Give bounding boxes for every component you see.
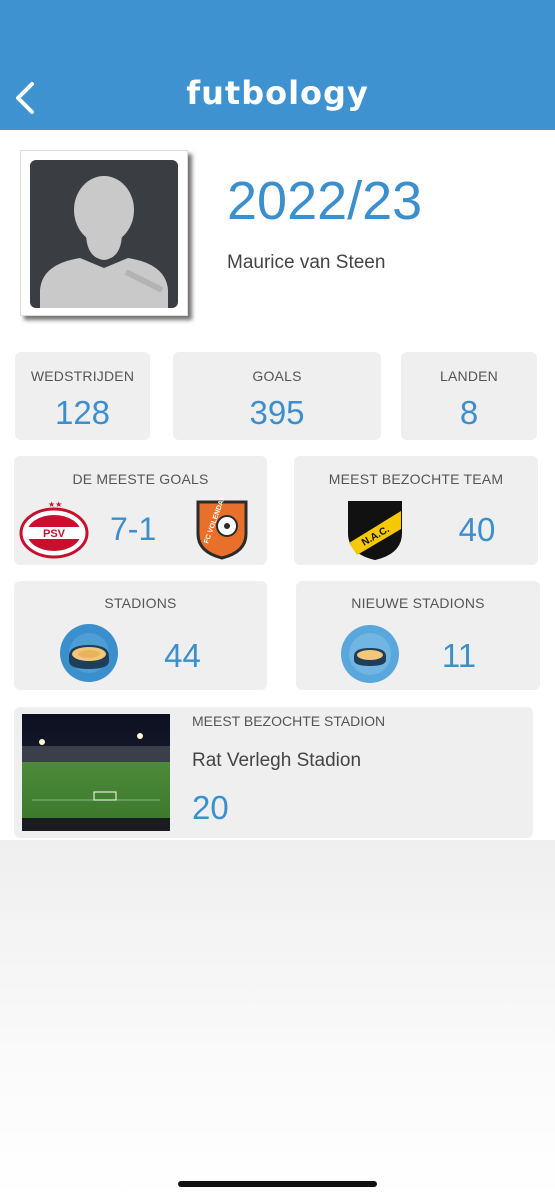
- most-visited-team-card[interactable]: MEEST BEZOCHTE TEAM N.A.C. 40: [294, 456, 538, 565]
- player-name: Maurice van Steen: [227, 252, 386, 273]
- stadiums-label: STADIONS: [104, 595, 177, 611]
- matches-value: 128: [54, 394, 111, 431]
- bottom-background: [0, 840, 555, 1200]
- most-visited-stadium-value: 20: [192, 789, 229, 826]
- stadiums-value: 44: [164, 637, 201, 674]
- avatar-placeholder: [30, 160, 178, 308]
- stadiums-card[interactable]: STADIONS 44: [14, 581, 267, 690]
- matches-label: WEDSTRIJDEN: [30, 368, 135, 384]
- app-logo: futbology: [186, 74, 369, 112]
- goals-value: 395: [249, 394, 305, 431]
- most-goals-card[interactable]: DE MEESTE GOALS ★★ PSV 7-1 FC VOLENDAM: [14, 456, 267, 565]
- nac-badge-icon: N.A.C.: [348, 501, 402, 561]
- season-title: 2022/23: [227, 171, 423, 231]
- most-visited-stadium-name: Rat Verlegh Stadion: [192, 750, 362, 771]
- countries-value: 8: [459, 394, 479, 431]
- home-indicator[interactable]: [178, 1181, 377, 1187]
- goals-label: GOALS: [252, 368, 302, 384]
- countries-label: LANDEN: [440, 368, 498, 384]
- new-stadiums-label: NIEUWE STADIONS: [351, 595, 485, 611]
- svg-text:PSV: PSV: [43, 528, 66, 540]
- app-header: futbology: [0, 0, 555, 130]
- new-stadium-icon: [341, 625, 399, 683]
- fc-volendam-badge-icon: FC VOLENDAM: [196, 498, 248, 560]
- stadium-photo: [22, 714, 170, 831]
- most-visited-team-label: MEEST BEZOCHTE TEAM: [328, 471, 504, 487]
- countries-card[interactable]: LANDEN 8: [401, 352, 537, 440]
- stadium-icon: [60, 624, 118, 682]
- most-visited-stadium-label: MEEST BEZOCHTE STADION: [192, 713, 386, 729]
- most-goals-label: DE MEESTE GOALS: [72, 471, 209, 487]
- psv-badge-icon: ★★ PSV: [19, 500, 89, 559]
- avatar: [20, 150, 188, 316]
- new-stadiums-card[interactable]: NIEUWE STADIONS 11: [296, 581, 540, 690]
- most-goals-score: 7-1: [110, 511, 157, 547]
- most-visited-team-value: 40: [458, 511, 496, 548]
- matches-card[interactable]: WEDSTRIJDEN 128: [15, 352, 150, 440]
- most-visited-stadium-card[interactable]: MEEST BEZOCHTE STADION Rat Verlegh Stadi…: [14, 707, 533, 838]
- new-stadiums-value: 11: [441, 637, 477, 674]
- goals-card[interactable]: GOALS 395: [173, 352, 381, 440]
- person-silhouette-icon: [40, 176, 168, 308]
